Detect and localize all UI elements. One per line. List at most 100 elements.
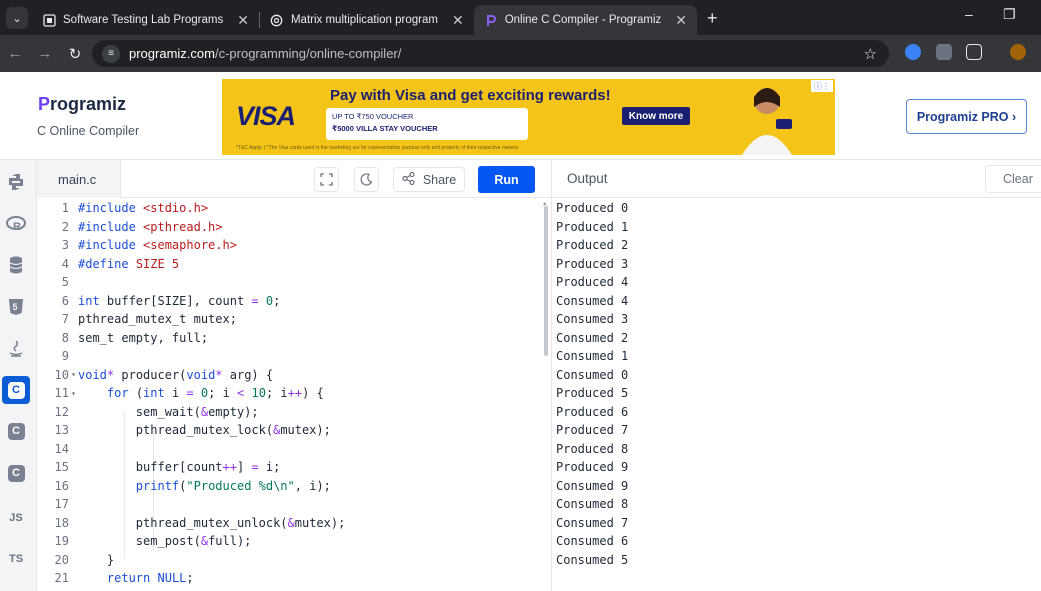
code-line: 14 xyxy=(37,440,551,459)
code-line: 15 buffer[count++] = i; xyxy=(37,458,551,477)
cpp-icon[interactable]: C xyxy=(2,459,30,487)
language-sidebar: R 5 C C C JS TS xyxy=(0,160,37,591)
javascript-icon[interactable]: JS xyxy=(2,504,30,532)
visa-logo: VISA xyxy=(236,101,296,131)
code-line: 11 ▾ for (int i = 0; i < 10; i++) { xyxy=(37,384,551,403)
profile-avatar[interactable] xyxy=(1010,44,1026,60)
restore-icon[interactable]: ❐ xyxy=(1003,6,1016,23)
line-number: 18 xyxy=(54,515,69,530)
back-icon[interactable]: ← xyxy=(0,45,30,62)
code-line: 20 } xyxy=(37,551,551,570)
new-tab-icon[interactable]: + xyxy=(707,8,718,29)
browser-toolbar: ← → ↻ ≡ programiz.com/c-programming/onli… xyxy=(0,35,1041,72)
chatgpt-icon xyxy=(270,13,284,27)
c-icon[interactable]: C xyxy=(2,376,30,404)
line-number: 1 xyxy=(61,201,69,216)
fullscreen-icon[interactable] xyxy=(314,167,339,192)
line-number: 17 xyxy=(54,497,69,512)
output-line: Consumed 0 xyxy=(556,367,629,382)
minimize-icon[interactable]: – xyxy=(965,6,973,22)
code-line: 4 #define SIZE 5 xyxy=(37,255,551,274)
site-settings-icon[interactable]: ≡ xyxy=(102,44,120,63)
code-line: 21 return NULL; xyxy=(37,569,551,588)
typescript-icon[interactable]: TS xyxy=(2,545,30,573)
output-line: Consumed 2 xyxy=(556,330,629,345)
code-line: 1 #include <stdio.h> xyxy=(37,199,551,218)
code-text: sem_t empty, full; xyxy=(78,330,209,345)
line-number: 3 xyxy=(61,238,69,253)
dark-mode-moon-icon[interactable] xyxy=(354,167,379,192)
line-number: 21 xyxy=(54,571,69,586)
line-number: 20 xyxy=(54,552,69,567)
ad-know-more-button[interactable]: Know more xyxy=(622,107,690,125)
url-text[interactable]: programiz.com/c-programming/online-compi… xyxy=(129,46,401,61)
output-line: Produced 7 xyxy=(556,423,629,438)
output-line: Consumed 1 xyxy=(556,349,629,364)
line-number: 14 xyxy=(54,441,69,456)
site-header: Programiz C Online Compiler VISA Pay wit… xyxy=(0,72,1041,160)
visa-advertisement[interactable]: VISA Pay with Visa and get exciting rewa… xyxy=(222,79,835,155)
code-text: #define SIZE 5 xyxy=(78,256,180,271)
code-line: 6 int buffer[SIZE], count = 0; xyxy=(37,292,551,311)
output-line: Consumed 5 xyxy=(556,552,629,567)
line-number: 7 xyxy=(61,312,69,327)
close-tab-icon[interactable]: ✕ xyxy=(675,12,687,29)
programiz-logo[interactable]: Programiz xyxy=(38,94,126,115)
close-tab-icon[interactable]: ✕ xyxy=(452,12,464,29)
share-label: Share xyxy=(422,172,457,187)
sql-icon[interactable] xyxy=(2,251,30,279)
address-bar[interactable]: ≡ programiz.com/c-programming/online-com… xyxy=(92,40,889,67)
code-text: int buffer[SIZE], count = 0; xyxy=(78,293,281,308)
code-line: 18 pthread_mutex_unlock(&mutex); xyxy=(37,514,551,533)
java-icon[interactable] xyxy=(2,335,30,363)
ad-voucher-box: UP TO ₹750 VOUCHER ₹5000 VILLA STAY VOUC… xyxy=(326,108,528,140)
code-text: buffer[count++] = i; xyxy=(78,460,281,475)
tab-search-icon[interactable]: ⌄ xyxy=(6,7,28,29)
browser-tab-3-active[interactable]: Online C Compiler - Programiz ✕ xyxy=(473,5,698,35)
line-number: 11 xyxy=(54,386,69,401)
browser-tab-1[interactable]: Software Testing Lab Programs ✕ xyxy=(32,5,259,35)
tab-title: Online C Compiler - Programiz xyxy=(504,14,662,26)
code-text: pthread_mutex_t mutex; xyxy=(78,312,237,327)
programiz-pro-button[interactable]: Programiz PRO › xyxy=(906,99,1027,134)
share-button[interactable]: Share xyxy=(393,167,465,192)
browser-tab-2[interactable]: Matrix multiplication program ✕ xyxy=(260,5,474,35)
file-tab-main-c[interactable]: main.c xyxy=(37,160,121,198)
r-icon[interactable]: R xyxy=(2,210,30,238)
code-text: pthread_mutex_unlock(&mutex); xyxy=(78,515,346,530)
python-icon[interactable] xyxy=(2,168,30,196)
puzzle-icon[interactable] xyxy=(966,44,982,60)
output-line: Consumed 6 xyxy=(556,534,629,549)
line-number: 8 xyxy=(61,330,69,345)
close-tab-icon[interactable]: ✕ xyxy=(237,12,249,29)
csharp-icon[interactable]: C xyxy=(2,417,30,445)
ad-person-image xyxy=(742,88,792,155)
output-console[interactable]: Produced 0 Produced 1 Produced 2 Produce… xyxy=(551,198,1041,591)
forward-icon[interactable]: → xyxy=(30,45,60,62)
extension-icon[interactable] xyxy=(905,44,921,60)
reload-icon[interactable]: ↻ xyxy=(60,45,90,63)
line-number: 12 xyxy=(54,404,69,419)
bookmark-star-icon[interactable]: ☆ xyxy=(864,45,877,63)
ad-info-icon[interactable]: ⓘ⋮ xyxy=(811,80,833,92)
run-button[interactable]: Run xyxy=(478,166,535,193)
output-line: Consumed 9 xyxy=(556,478,629,493)
code-line: 9 xyxy=(37,347,551,366)
code-line: 16 printf("Produced %d\n", i); xyxy=(37,477,551,496)
output-line: Consumed 4 xyxy=(556,293,629,308)
fold-chevron-icon[interactable]: ▾ xyxy=(69,389,78,398)
fold-chevron-icon[interactable]: ▾ xyxy=(69,370,78,379)
html-icon[interactable]: 5 xyxy=(2,293,30,321)
output-line: Produced 1 xyxy=(556,219,629,234)
editor-scrollbar[interactable] xyxy=(544,206,548,356)
output-line: Consumed 3 xyxy=(556,312,629,327)
clear-button[interactable]: Clear xyxy=(985,165,1041,193)
csharp-letter-icon: C xyxy=(7,422,25,440)
code-editor[interactable]: 1 #include <stdio.h> 2 #include <pthread.h… xyxy=(37,198,551,591)
line-number: 10 xyxy=(54,367,69,382)
output-line: Produced 2 xyxy=(556,238,629,253)
line-number: 4 xyxy=(61,256,69,271)
folder-icon[interactable] xyxy=(936,44,952,60)
code-text: void* producer(void* arg) { xyxy=(78,367,274,382)
share-icon xyxy=(402,171,415,188)
